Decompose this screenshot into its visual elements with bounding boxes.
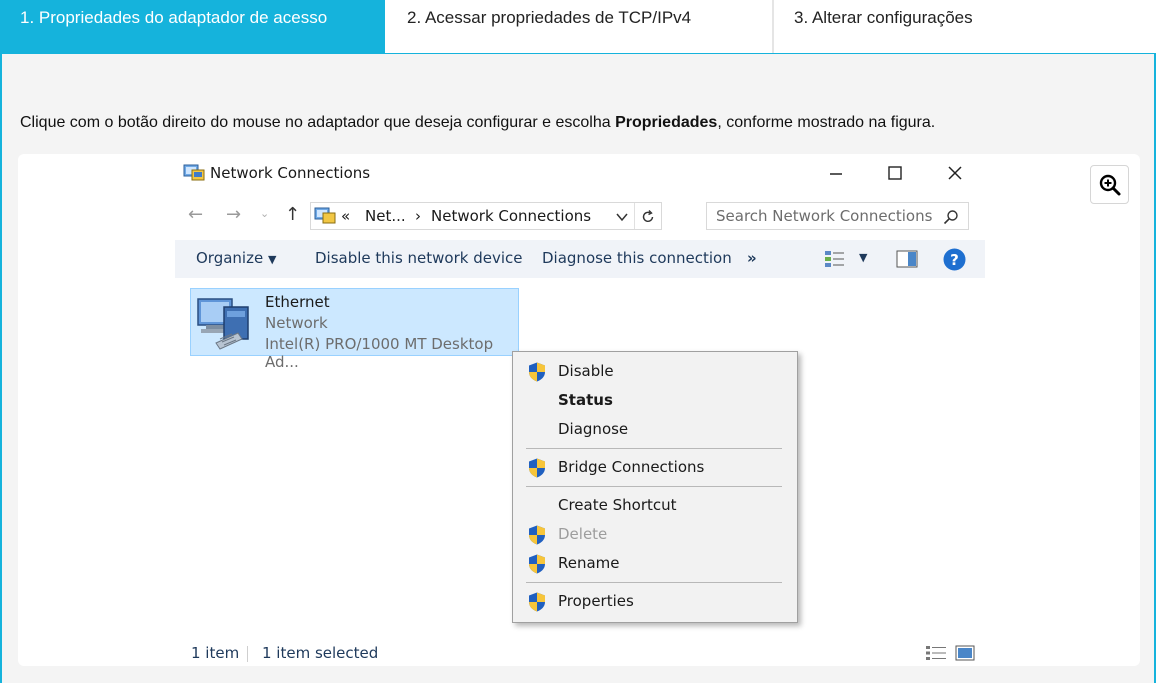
diagnose-connection-button[interactable]: Diagnose this connection	[542, 249, 732, 267]
minimize-button[interactable]	[821, 159, 851, 187]
details-view-icon[interactable]	[925, 644, 947, 662]
menu-item-rename[interactable]: Rename	[513, 549, 797, 577]
item-count: 1 item	[191, 644, 240, 662]
status-divider	[247, 646, 248, 662]
more-commands-button[interactable]: »	[747, 249, 757, 267]
menu-label-delete: Delete	[558, 525, 608, 543]
maximize-icon	[888, 166, 902, 180]
svg-text:?: ?	[950, 251, 959, 269]
context-menu: Disable Status Diagnose Bridge Connectio…	[512, 351, 798, 623]
maximize-button[interactable]	[880, 159, 910, 187]
minimize-icon	[830, 173, 842, 175]
view-dropdown-icon[interactable]: ▼	[859, 251, 867, 264]
caret-down-icon: ▼	[267, 253, 277, 266]
magnify-plus-icon	[1099, 174, 1120, 195]
ethernet-adapter-item[interactable]: Ethernet Network Intel(R) PRO/1000 MT De…	[190, 288, 519, 371]
search-icon	[943, 210, 958, 225]
adapter-name: Ethernet	[265, 293, 330, 311]
help-icon[interactable]: ?	[943, 248, 966, 271]
menu-label-rename: Rename	[558, 554, 620, 572]
menu-label-status: Status	[558, 391, 613, 409]
forward-arrow-icon[interactable]: →	[226, 204, 241, 225]
back-arrow-icon[interactable]: ←	[188, 204, 203, 225]
tab-step-1[interactable]: 1. Propriedades do adaptador de acesso	[0, 0, 385, 54]
address-divider	[634, 203, 635, 229]
organize-button[interactable]: Organize ▼	[196, 249, 276, 267]
recent-locations-chevron-icon[interactable]: ⌄	[260, 207, 269, 220]
chevron-down-icon[interactable]	[615, 211, 629, 223]
large-icons-view-icon[interactable]	[955, 644, 975, 662]
disable-device-button[interactable]: Disable this network device	[315, 249, 523, 267]
search-input[interactable]: Search Network Connections	[706, 202, 969, 230]
search-placeholder: Search Network Connections	[716, 207, 933, 225]
menu-label-properties: Properties	[558, 592, 634, 610]
address-row: ← → ⌄ ↑ « Net... › Network Connections S…	[175, 200, 985, 232]
breadcrumb-overflow[interactable]: «	[341, 207, 350, 225]
ethernet-adapter-icon	[197, 298, 249, 350]
close-button[interactable]	[940, 159, 970, 187]
menu-label-disable: Disable	[558, 362, 614, 380]
instruction-text-end: , conforme mostrado na figura.	[717, 114, 936, 131]
selection-count: 1 item selected	[262, 644, 379, 662]
breadcrumb-parent[interactable]: Net...	[365, 207, 406, 225]
menu-label-bridge: Bridge Connections	[558, 458, 705, 476]
organize-label: Organize	[196, 249, 264, 267]
uac-shield-icon	[529, 554, 545, 574]
menu-separator	[526, 486, 782, 487]
menu-item-properties[interactable]: Properties	[513, 587, 797, 615]
window-title: Network Connections	[210, 164, 371, 182]
up-arrow-icon[interactable]: ↑	[285, 204, 300, 225]
menu-separator	[526, 448, 782, 449]
adapter-type: Network	[265, 314, 328, 332]
tab-step-3[interactable]: 3. Alterar configurações	[774, 0, 1156, 54]
uac-shield-icon	[529, 362, 545, 382]
preview-pane-icon[interactable]	[896, 250, 918, 268]
zoom-button[interactable]	[1090, 165, 1129, 204]
close-icon	[948, 166, 962, 180]
address-bar[interactable]: « Net... › Network Connections	[310, 202, 662, 230]
step-tabs: 1. Propriedades do adaptador de acesso 2…	[0, 0, 1156, 55]
uac-shield-icon	[529, 458, 545, 478]
refresh-icon[interactable]	[640, 209, 656, 225]
uac-shield-icon	[529, 525, 545, 545]
uac-shield-icon	[529, 592, 545, 612]
menu-separator	[526, 582, 782, 583]
network-connections-icon	[183, 164, 205, 181]
menu-label-create-shortcut: Create Shortcut	[558, 496, 677, 514]
menu-item-create-shortcut[interactable]: Create Shortcut	[513, 491, 797, 519]
breadcrumb-separator: ›	[415, 207, 421, 225]
instruction-text: Clique com o botão direito do mouse no a…	[20, 114, 935, 132]
network-connections-icon	[314, 207, 336, 224]
menu-item-diagnose[interactable]: Diagnose	[513, 415, 797, 443]
adapter-device: Intel(R) PRO/1000 MT Desktop Ad...	[265, 335, 494, 371]
instruction-text-start: Clique com o botão direito do mouse no a…	[20, 114, 616, 131]
explorer-window-screenshot: Network Connections ← → ⌄ ↑ « Net... › N…	[175, 155, 985, 665]
status-bar: 1 item 1 item selected	[175, 641, 985, 665]
menu-item-bridge[interactable]: Bridge Connections	[513, 453, 797, 481]
view-options-icon[interactable]	[824, 249, 846, 269]
menu-item-delete: Delete	[513, 520, 797, 548]
menu-label-diagnose: Diagnose	[558, 420, 629, 438]
breadcrumb-current[interactable]: Network Connections	[431, 207, 591, 225]
menu-item-disable[interactable]: Disable	[513, 357, 797, 385]
instruction-emphasis: Propriedades	[615, 114, 718, 131]
tab-step-2[interactable]: 2. Acessar propriedades de TCP/IPv4	[387, 0, 772, 54]
command-bar: Organize ▼ Disable this network device D…	[175, 240, 985, 278]
menu-item-status[interactable]: Status	[513, 386, 797, 414]
